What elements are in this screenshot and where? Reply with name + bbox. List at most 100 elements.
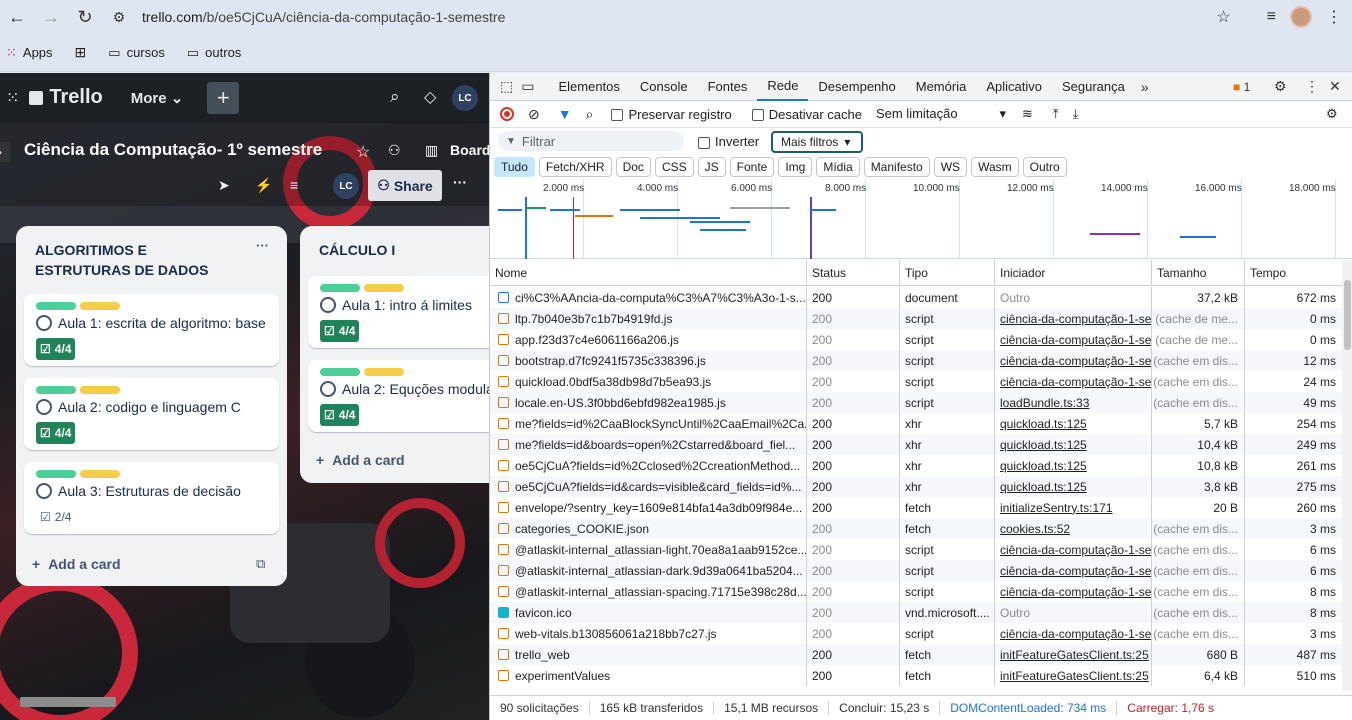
tab-elementos[interactable]: Elementos	[548, 73, 629, 101]
search-icon[interactable]: ⌕	[586, 106, 594, 123]
add-card-button[interactable]: + Add a card	[32, 556, 121, 572]
complete-circle-icon[interactable]	[36, 483, 52, 499]
issues-badge[interactable]: ■ 1	[1233, 80, 1250, 94]
type-filter-wasm[interactable]: Wasm	[971, 157, 1019, 177]
network-settings-icon[interactable]: ⚙	[1326, 106, 1338, 122]
type-filter-css[interactable]: CSS	[654, 157, 694, 177]
cell-initiator[interactable]: ciência-da-computação-1-se	[994, 350, 1151, 371]
export-har-icon[interactable]: ⤓	[1073, 106, 1079, 122]
cell-initiator[interactable]: ciência-da-computação-1-se	[994, 371, 1151, 392]
back-icon[interactable]: ←	[0, 0, 34, 34]
request-row[interactable]: bootstrap.d7fc9241f5735c338396.js 200 scri…	[490, 350, 1342, 371]
bookmark-star-icon[interactable]: ☆	[1216, 7, 1230, 27]
notifications-icon[interactable]: ◇	[424, 87, 436, 107]
star-icon[interactable]: ☆	[356, 142, 370, 162]
horizontal-scrollbar[interactable]	[20, 697, 116, 707]
menu-kebab-icon[interactable]: ⋮	[1326, 7, 1342, 27]
complete-circle-icon[interactable]	[36, 315, 52, 331]
forward-icon[interactable]: →	[34, 0, 68, 34]
request-row[interactable]: oe5CjCuA?fields=id&cards=visible&card_fi…	[490, 476, 1342, 497]
request-row[interactable]: categories_COOKIE.json 200 fetch cookies.ts…	[490, 518, 1342, 539]
profile-avatar[interactable]	[1290, 6, 1312, 28]
request-row[interactable]: experimentValues 200 fetch initFeatureGates…	[490, 665, 1342, 686]
search-icon[interactable]: ⌕	[390, 87, 400, 107]
cell-initiator[interactable]: loadBundle.ts:33	[994, 392, 1151, 413]
clear-icon[interactable]: ⊘	[528, 106, 540, 123]
bookmark-grid[interactable]: ⊞	[75, 44, 87, 61]
request-row[interactable]: ci%C3%AAncia-da-computa%C3%A7%C3%A3o-1-s…	[490, 287, 1342, 308]
tab-rede[interactable]: Rede	[757, 73, 809, 101]
request-row[interactable]: app.f23d37c4e6061166a206.js 200 script ciên…	[490, 329, 1342, 350]
app-switcher-icon[interactable]: ⁙	[6, 88, 19, 108]
type-filter-fetch-xhr[interactable]: Fetch/XHR	[538, 157, 612, 177]
type-filter-fonte[interactable]: Fonte	[729, 157, 775, 177]
share-button[interactable]: ⚇ Share	[368, 170, 442, 201]
filter-funnel-icon[interactable]: ▼	[558, 106, 572, 122]
tab-memoria[interactable]: Memória	[906, 73, 977, 101]
cell-initiator[interactable]: ciência-da-computação-1-se	[994, 308, 1151, 329]
sidebar-toggle-icon[interactable]: ›	[0, 142, 10, 162]
cell-initiator[interactable]: ciência-da-computação-1-se	[994, 539, 1151, 560]
request-row[interactable]: ltp.7b040e3b7c1b7b4919fd.js 200 script ciên…	[490, 308, 1342, 329]
cell-initiator[interactable]: quickload.ts:125	[994, 413, 1151, 434]
create-button[interactable]: +	[207, 81, 240, 114]
network-conditions-icon[interactable]: ≋	[1022, 106, 1033, 122]
tab-fontes[interactable]: Fontes	[698, 73, 758, 101]
cell-initiator[interactable]: ciência-da-computação-1-se	[994, 329, 1151, 350]
add-card-button[interactable]: + Add a card	[316, 452, 405, 468]
cell-initiator[interactable]: initFeatureGatesClient.ts:25	[994, 665, 1151, 686]
visibility-icon[interactable]: ⚇	[388, 142, 401, 159]
cell-initiator[interactable]: ciência-da-computação-1-se	[994, 581, 1151, 602]
member-avatar[interactable]: LC	[452, 85, 478, 111]
request-row[interactable]: @atlaskit-internal_atlassian-light.70ea8…	[490, 539, 1342, 560]
record-icon[interactable]	[500, 107, 514, 121]
import-har-icon[interactable]: ⤒	[1053, 106, 1059, 122]
request-row[interactable]: me?fields=id%2CaaBlockSyncUntil%2CaaEmai…	[490, 413, 1342, 434]
cell-initiator[interactable]: ciência-da-computação-1-se	[994, 623, 1151, 644]
cell-initiator[interactable]: cookies.ts:52	[994, 518, 1151, 539]
list-title[interactable]: ALGORITIMOS E ESTRUTURAS DE DADOS	[35, 240, 245, 280]
column-header-tempo[interactable]: Tempo	[1244, 260, 1342, 285]
type-filter-img[interactable]: Img	[778, 157, 813, 177]
column-header-tamanho[interactable]: Tamanho	[1151, 260, 1244, 285]
scrollbar-thumb[interactable]	[1344, 280, 1351, 350]
tab-console[interactable]: Console	[630, 73, 698, 101]
card[interactable]: Aula 3: Estruturas de decisão ☑ 2/4	[24, 462, 279, 534]
vertical-scrollbar[interactable]	[1342, 260, 1352, 691]
column-header-nome[interactable]: Nome	[490, 260, 808, 285]
bookmark-folder-outros[interactable]: ▭ outros	[187, 45, 241, 61]
request-row[interactable]: @atlaskit-internal_atlassian-spacing.717…	[490, 581, 1342, 602]
card[interactable]: Aula 2: codigo e linguagem C ☑ 4/4	[24, 378, 279, 450]
tab-desempenho[interactable]: Desempenho	[808, 73, 905, 101]
filter-input[interactable]: ▼ Filtrar	[498, 131, 684, 151]
filter-icon[interactable]: ≡	[290, 177, 298, 193]
tab-seguranca[interactable]: Segurança	[1052, 73, 1135, 101]
board-title[interactable]: Ciência da Computação- 1º semestre	[24, 140, 322, 160]
request-row[interactable]: envelope/?sentry_key=1609e814bfa14a3db09…	[490, 497, 1342, 518]
type-filter-doc[interactable]: Doc	[615, 157, 651, 177]
request-row[interactable]: quickload.0bdf5a38db98d7b5ea93.js 200 scri…	[490, 371, 1342, 392]
type-filter-ws[interactable]: WS	[933, 157, 968, 177]
media-control-icon[interactable]: ≡	[1267, 8, 1276, 26]
throttling-select[interactable]: Sem limitação ▾	[876, 106, 1006, 122]
request-row[interactable]: oe5CjCuA?fields=id%2Cclosed%2CcreationMe…	[490, 455, 1342, 476]
list-menu-icon[interactable]: ···	[256, 238, 269, 253]
more-filters-dropdown[interactable]: Mais filtros ▾	[771, 131, 863, 153]
board-view-label[interactable]: Board	[450, 142, 489, 158]
complete-circle-icon[interactable]	[320, 381, 336, 397]
cell-initiator[interactable]: quickload.ts:125	[994, 434, 1151, 455]
cell-initiator[interactable]: initFeatureGatesClient.ts:25	[994, 644, 1151, 665]
type-filter-midia[interactable]: Mídia	[816, 157, 860, 177]
request-row[interactable]: web-vitals.b130856061a218bb7c27.js 200 scr…	[490, 623, 1342, 644]
network-overview-timeline[interactable]: 2.000 ms 4.000 ms 6.000 ms 8.000 ms 10.0…	[490, 179, 1352, 259]
invert-checkbox[interactable]: Inverter	[698, 134, 759, 149]
type-filter-outro[interactable]: Outro	[1022, 157, 1067, 177]
create-from-template-icon[interactable]: ⧉	[256, 556, 265, 572]
column-header-tipo[interactable]: Tipo	[899, 260, 994, 285]
type-filter-tudo[interactable]: Tudo	[494, 157, 535, 177]
request-row[interactable]: locale.en-US.3f0bbd6ebfd982ea1985.js 200 s…	[490, 392, 1342, 413]
disable-cache-checkbox[interactable]: Desativar cache	[751, 107, 862, 122]
card[interactable]: Aula 1: intro á limites ☑ 4/4	[308, 276, 489, 348]
reload-icon[interactable]: ↻	[68, 0, 102, 34]
request-row[interactable]: trello_web 200 fetch initFeatureGatesClient…	[490, 644, 1342, 665]
